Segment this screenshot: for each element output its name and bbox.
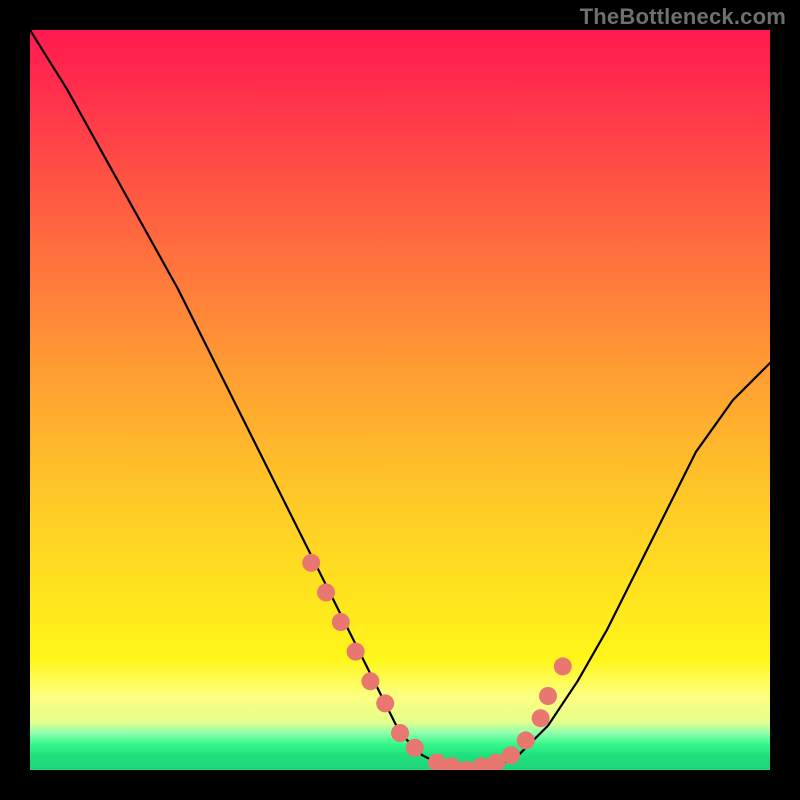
- curve-svg: [30, 30, 770, 770]
- marker-dot: [317, 583, 335, 601]
- marker-group: [302, 554, 572, 770]
- marker-dot: [391, 724, 409, 742]
- marker-dot: [517, 731, 535, 749]
- marker-dot: [302, 554, 320, 572]
- bottleneck-curve: [30, 30, 770, 770]
- marker-dot: [502, 746, 520, 764]
- chart-frame: TheBottleneck.com: [0, 0, 800, 800]
- marker-dot: [539, 687, 557, 705]
- marker-dot: [347, 643, 365, 661]
- marker-dot: [332, 613, 350, 631]
- marker-dot: [406, 739, 424, 757]
- marker-dot: [554, 657, 572, 675]
- marker-dot: [532, 709, 550, 727]
- marker-dot: [361, 672, 379, 690]
- plot-area: [30, 30, 770, 770]
- watermark-text: TheBottleneck.com: [580, 4, 786, 30]
- marker-dot: [376, 694, 394, 712]
